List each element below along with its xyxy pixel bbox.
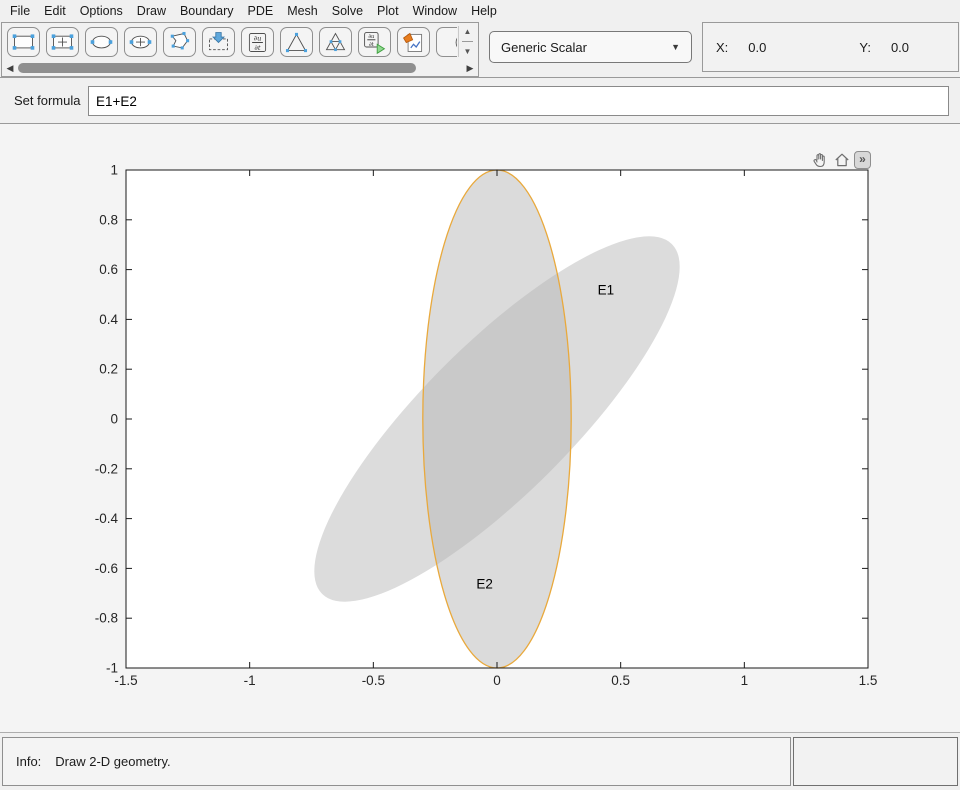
scroll-right-icon[interactable]: ▶ bbox=[464, 63, 476, 74]
refine-mesh-button[interactable] bbox=[319, 27, 352, 57]
toolbar-panel: ∂u∂t∂u∂t ▲ ▼ ◀ ▶ bbox=[1, 22, 479, 77]
info-text: Draw 2-D geometry. bbox=[55, 754, 170, 769]
home-button[interactable] bbox=[832, 151, 851, 170]
menu-item-options[interactable]: Options bbox=[73, 2, 130, 21]
hand-icon bbox=[811, 151, 829, 169]
toolbar-spinner: ▲ ▼ bbox=[458, 26, 476, 57]
menu-item-window[interactable]: Window bbox=[406, 2, 464, 21]
x-tick-label: -0.5 bbox=[362, 673, 385, 688]
solve-pde-button[interactable]: ∂u∂t bbox=[358, 27, 391, 57]
pde-specification-icon: ∂u ∂t bbox=[242, 29, 273, 56]
double-chevron-icon: » bbox=[859, 153, 866, 165]
geometry-plot: -1.5-1-0.500.511.510.80.60.40.20-0.2-0.4… bbox=[0, 124, 960, 732]
x-coordinate-value: 0.0 bbox=[748, 40, 766, 55]
x-tick-label: 0.5 bbox=[611, 673, 630, 688]
shape-label-E1: E1 bbox=[598, 283, 615, 298]
shape-label-E2: E2 bbox=[476, 576, 493, 591]
solve-pde-icon: ∂u∂t bbox=[359, 29, 390, 56]
svg-text:∂t: ∂t bbox=[254, 44, 260, 52]
draw-rectangle-button[interactable] bbox=[7, 27, 40, 57]
menu-item-plot[interactable]: Plot bbox=[370, 2, 406, 21]
boundary-mode-icon bbox=[203, 29, 234, 56]
set-formula-label: Set formula bbox=[14, 93, 80, 108]
y-tick-label: 1 bbox=[110, 163, 118, 178]
home-icon bbox=[833, 151, 851, 169]
pde-type-value: Generic Scalar bbox=[501, 40, 587, 55]
draw-ellipse-icon bbox=[86, 29, 117, 56]
y-tick-label: 0 bbox=[110, 412, 118, 427]
initialize-mesh-icon bbox=[281, 29, 312, 56]
x-tick-label: -1 bbox=[244, 673, 256, 688]
spinner-down-icon[interactable]: ▼ bbox=[464, 46, 472, 57]
y-tick-label: 0.2 bbox=[99, 362, 118, 377]
menu-item-draw[interactable]: Draw bbox=[130, 2, 173, 21]
status-bar: Info: Draw 2-D geometry. bbox=[0, 732, 960, 790]
expand-toolbar-button[interactable]: » bbox=[854, 151, 871, 169]
spinner-up-icon[interactable]: ▲ bbox=[464, 26, 472, 37]
toolbar-buttons: ∂u∂t∂u∂t bbox=[7, 27, 457, 59]
y-tick-label: -0.4 bbox=[95, 511, 119, 526]
draw-rectangle-centered-button[interactable] bbox=[46, 27, 79, 57]
draw-polygon-button[interactable] bbox=[163, 27, 196, 57]
refine-mesh-icon bbox=[320, 29, 351, 56]
y-tick-label: -1 bbox=[106, 661, 118, 676]
draw-rectangle-centered-icon bbox=[47, 29, 78, 56]
scroll-left-icon[interactable]: ◀ bbox=[4, 63, 16, 74]
menu-item-pde[interactable]: PDE bbox=[240, 2, 280, 21]
draw-ellipse-centered-icon bbox=[125, 29, 156, 56]
y-coordinate-value: 0.0 bbox=[891, 40, 909, 55]
zoom-button[interactable] bbox=[436, 27, 457, 57]
y-tick-label: 0.6 bbox=[99, 262, 118, 277]
y-tick-label: -0.2 bbox=[95, 461, 118, 476]
initialize-mesh-button[interactable] bbox=[280, 27, 313, 57]
plot-solution-button[interactable] bbox=[397, 27, 430, 57]
menu-item-edit[interactable]: Edit bbox=[37, 2, 73, 21]
spinner-divider bbox=[462, 41, 473, 42]
y-tick-label: 0.4 bbox=[99, 312, 118, 327]
y-tick-label: -0.8 bbox=[95, 611, 118, 626]
chevron-down-icon: ▼ bbox=[671, 42, 680, 52]
x-tick-label: 1 bbox=[741, 673, 749, 688]
set-formula-input[interactable] bbox=[88, 86, 949, 116]
pde-type-dropdown[interactable]: Generic Scalar ▼ bbox=[489, 31, 692, 63]
y-coordinate-label: Y: bbox=[859, 40, 871, 55]
menu-item-mesh[interactable]: Mesh bbox=[280, 2, 325, 21]
menu-item-solve[interactable]: Solve bbox=[325, 2, 370, 21]
svg-text:∂t: ∂t bbox=[369, 41, 375, 47]
menu-bar: FileEditOptionsDrawBoundaryPDEMeshSolveP… bbox=[0, 0, 960, 22]
axes-toolbar: » bbox=[810, 150, 871, 170]
pan-button[interactable] bbox=[810, 151, 829, 170]
status-secondary-panel bbox=[793, 737, 958, 786]
scrollbar-track[interactable] bbox=[16, 62, 464, 74]
pde-specification-button[interactable]: ∂u ∂t bbox=[241, 27, 274, 57]
x-coordinate-label: X: bbox=[716, 40, 728, 55]
boundary-mode-button[interactable] bbox=[202, 27, 235, 57]
plot-solution-icon bbox=[398, 29, 429, 56]
y-tick-label: -0.6 bbox=[95, 561, 118, 576]
menu-item-help[interactable]: Help bbox=[464, 2, 504, 21]
toolbar-scrollbar[interactable]: ◀ ▶ bbox=[4, 61, 476, 75]
zoom-icon bbox=[437, 29, 457, 56]
x-tick-label: 0 bbox=[493, 673, 501, 688]
info-label: Info: bbox=[16, 754, 41, 769]
draw-ellipse-centered-button[interactable] bbox=[124, 27, 157, 57]
drawing-canvas[interactable]: -1.5-1-0.500.511.510.80.60.40.20-0.2-0.4… bbox=[0, 124, 960, 732]
formula-bar: Set formula bbox=[0, 77, 960, 124]
menu-item-file[interactable]: File bbox=[3, 2, 37, 21]
menu-item-boundary[interactable]: Boundary bbox=[173, 2, 241, 21]
x-tick-label: 1.5 bbox=[859, 673, 878, 688]
scrollbar-thumb[interactable] bbox=[18, 63, 416, 73]
geometry-shape-E2[interactable] bbox=[423, 170, 571, 668]
svg-text:∂u: ∂u bbox=[254, 34, 262, 42]
status-info-panel: Info: Draw 2-D geometry. bbox=[2, 737, 791, 786]
svg-text:∂u: ∂u bbox=[368, 34, 375, 40]
cursor-coordinates-panel: X: 0.0 Y: 0.0 bbox=[702, 22, 959, 72]
y-tick-label: 0.8 bbox=[99, 212, 118, 227]
draw-rectangle-icon bbox=[8, 29, 39, 56]
draw-ellipse-button[interactable] bbox=[85, 27, 118, 57]
draw-polygon-icon bbox=[164, 29, 195, 56]
